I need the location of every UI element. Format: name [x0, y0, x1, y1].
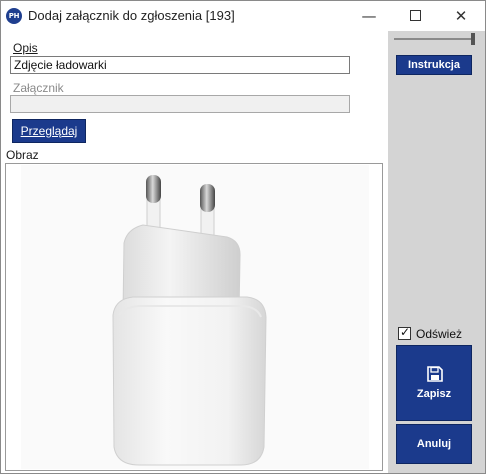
app-logo-icon: PH — [6, 8, 22, 24]
save-button-label: Zapisz — [416, 388, 452, 400]
refresh-label: Odśwież — [416, 327, 463, 341]
minimize-icon: — — [361, 7, 377, 25]
refresh-checkbox[interactable]: ✓ — [398, 325, 411, 340]
zalacznik-label: Załącznik — [13, 81, 64, 95]
zoom-slider-handle[interactable] — [471, 33, 475, 45]
image-label: Obraz — [6, 148, 39, 162]
charger-illustration — [21, 165, 369, 469]
usb-c-charger-photo — [21, 165, 369, 469]
minimize-button[interactable]: — — [346, 1, 392, 31]
window-title: Dodaj załącznik do zgłoszenia [193] — [28, 8, 235, 23]
opis-label: Opis — [13, 41, 38, 55]
save-button[interactable]: Zapisz — [396, 345, 472, 421]
browse-button[interactable]: Przeglądaj — [12, 119, 86, 143]
dialog-window: PH Dodaj załącznik do zgłoszenia [193] —… — [0, 0, 486, 474]
close-button[interactable]: ✕ — [438, 1, 484, 31]
close-icon: ✕ — [454, 7, 468, 25]
form-area: Opis Załącznik Przeglądaj Obraz — [1, 31, 388, 473]
maximize-button[interactable] — [392, 1, 438, 31]
zoom-slider-track[interactable] — [394, 38, 472, 40]
zalacznik-field — [10, 95, 350, 113]
image-preview-box — [5, 163, 383, 471]
instrukcja-button[interactable]: Instrukcja — [396, 55, 472, 75]
checkmark-icon: ✓ — [400, 325, 411, 339]
floppy-disk-icon — [427, 366, 443, 382]
opis-input[interactable] — [10, 56, 350, 74]
maximize-icon — [409, 10, 421, 21]
title-bar[interactable]: PH Dodaj załącznik do zgłoszenia [193] —… — [1, 1, 485, 31]
side-panel: Instrukcja ✓ Odśwież Zapisz Anuluj — [388, 31, 485, 473]
cancel-button[interactable]: Anuluj — [396, 424, 472, 464]
